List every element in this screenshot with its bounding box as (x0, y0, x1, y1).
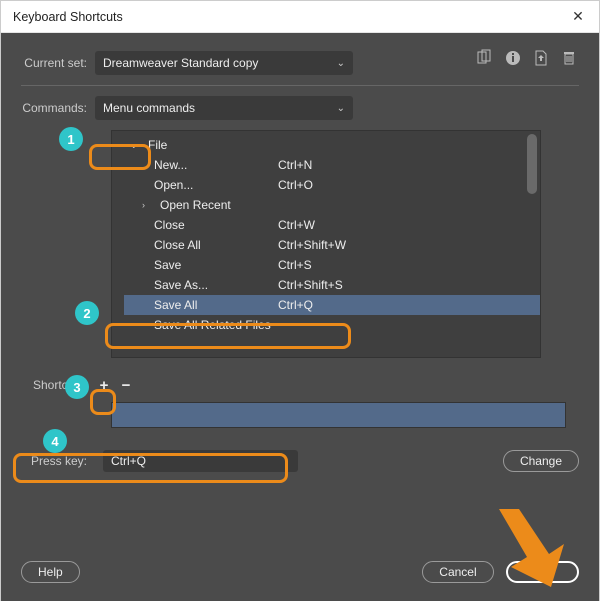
shortcut-list[interactable] (111, 402, 566, 428)
help-button[interactable]: Help (21, 561, 80, 583)
tree-item[interactable]: SaveCtrl+S (124, 255, 540, 275)
chevron-down-icon: ⌄ (337, 58, 345, 69)
press-key-input[interactable]: Ctrl+Q (103, 450, 298, 472)
callout-badge-2: 2 (75, 301, 99, 325)
tree-item[interactable]: CloseCtrl+W (124, 215, 540, 235)
tree-item-selected[interactable]: Save AllCtrl+Q (124, 295, 540, 315)
duplicate-set-icon[interactable] (475, 48, 495, 68)
chevron-down-icon: ⌄ (337, 103, 345, 114)
tree-item[interactable]: Save All Related Files (124, 315, 540, 335)
tree-item[interactable]: ›Open Recent (124, 195, 540, 215)
commands-tree[interactable]: ⌄ File New...Ctrl+N Open...Ctrl+O ›Open … (111, 130, 541, 358)
info-icon[interactable] (503, 48, 523, 68)
tree-root-file[interactable]: ⌄ File (124, 135, 540, 155)
close-icon[interactable]: ✕ (569, 8, 587, 25)
tree-item[interactable]: Save As...Ctrl+Shift+S (124, 275, 540, 295)
commands-value: Menu commands (103, 101, 195, 115)
chevron-down-icon: ⌄ (130, 140, 144, 151)
remove-shortcut-button[interactable]: − (117, 376, 135, 394)
add-shortcut-button[interactable]: + (95, 376, 113, 394)
tree-item[interactable]: Open...Ctrl+O (124, 175, 540, 195)
export-set-icon[interactable] (531, 48, 551, 68)
commands-label: Commands: (21, 101, 95, 115)
chevron-right-icon: › (142, 200, 156, 210)
window-title: Keyboard Shortcuts (13, 10, 123, 24)
tree-item[interactable]: New...Ctrl+N (124, 155, 540, 175)
scrollbar-thumb[interactable] (527, 134, 537, 194)
change-button[interactable]: Change (503, 450, 579, 472)
press-key-label: Press key: (21, 454, 95, 468)
press-key-value: Ctrl+Q (111, 454, 146, 468)
callout-badge-4: 4 (43, 429, 67, 453)
tree-root-label: File (144, 138, 284, 152)
current-set-label: Current set: (21, 56, 95, 70)
current-set-value: Dreamweaver Standard copy (103, 56, 258, 70)
tree-item[interactable]: Close AllCtrl+Shift+W (124, 235, 540, 255)
trash-icon[interactable] (559, 48, 579, 68)
callout-badge-3: 3 (65, 375, 89, 399)
dialog-body: Current set: Dreamweaver Standard copy ⌄… (1, 33, 599, 601)
current-set-dropdown[interactable]: Dreamweaver Standard copy ⌄ (95, 51, 353, 75)
callout-badge-1: 1 (59, 127, 83, 151)
commands-dropdown[interactable]: Menu commands ⌄ (95, 96, 353, 120)
set-toolbar (475, 48, 579, 68)
title-bar: Keyboard Shortcuts ✕ (1, 1, 599, 33)
callout-arrow (479, 509, 569, 589)
